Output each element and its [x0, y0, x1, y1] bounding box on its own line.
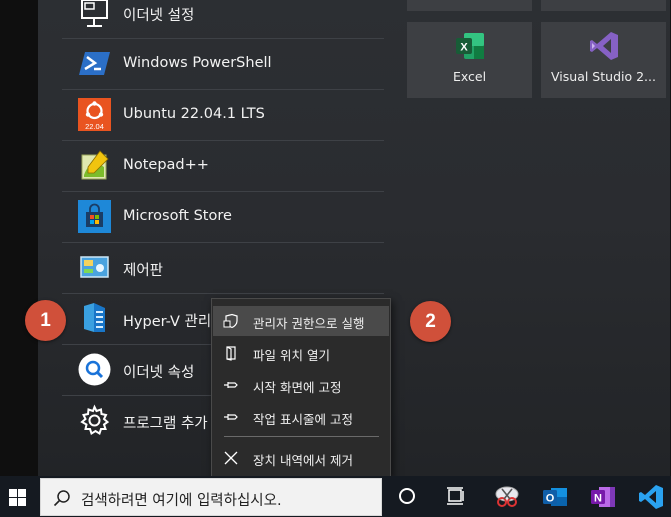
menu-item-label: 파일 위치 열기: [253, 348, 330, 363]
visual-studio-icon: [590, 32, 618, 60]
tile-top-left[interactable]: [407, 0, 532, 11]
tile-label: Excel: [452, 69, 487, 84]
menu-item-open-file-location[interactable]: 파일 위치 열기: [213, 338, 389, 368]
app-item-label: Hyper-V 관리: [123, 314, 212, 330]
app-item-windows-powershell[interactable]: Windows PowerShell: [62, 39, 384, 90]
app-item-label: 프로그램 추가: [123, 416, 208, 432]
app-item-label: Windows PowerShell: [123, 55, 272, 71]
taskbar-vscode[interactable]: [626, 476, 671, 517]
annotation-badge-1: 1: [25, 300, 66, 341]
menu-item-pin-to-start[interactable]: 시작 화면에 고정: [213, 370, 389, 400]
vscode-icon: [639, 485, 663, 509]
taskbar-snipping-tool[interactable]: [482, 476, 530, 517]
menu-item-remove-from-history[interactable]: 장치 내역에서 제거: [213, 443, 389, 473]
excel-icon-letter: X: [460, 42, 468, 54]
app-item-label: 제어판: [123, 263, 164, 279]
menu-separator: [224, 436, 379, 437]
notepad-plus-plus-icon: [81, 150, 109, 180]
cortana-circle-icon: [399, 488, 415, 504]
context-menu: 관리자 권한으로 실행 파일 위치 열기 시작 화면에 고정 작업 표시줄에 고…: [211, 298, 391, 477]
tile-visual-studio[interactable]: Visual Studio 2...: [541, 22, 666, 98]
ubuntu-version-text: 22.04: [85, 122, 104, 131]
search-icon: [53, 490, 70, 507]
app-item-microsoft-store[interactable]: Microsoft Store: [62, 192, 384, 243]
gear-icon: [80, 404, 110, 436]
app-item-ethernet-settings[interactable]: 이더넷 설정: [62, 0, 384, 39]
control-panel-icon: [80, 256, 109, 278]
tile-excel[interactable]: X Excel: [407, 22, 532, 98]
taskbar-outlook[interactable]: O: [530, 476, 578, 517]
hyper-v-icon: [84, 303, 105, 332]
snipping-tool-icon: [495, 486, 519, 507]
ubuntu-icon: 22.04: [78, 98, 111, 131]
outlook-icon: O: [543, 488, 567, 506]
shield-icon: [223, 313, 238, 329]
network-search-icon: [78, 353, 111, 386]
menu-item-run-as-admin[interactable]: 관리자 권한으로 실행: [213, 306, 389, 336]
left-rail: [0, 0, 38, 476]
start-button[interactable]: [0, 476, 38, 517]
taskbar-search-box[interactable]: 검색하려면 여기에 입력하십시오.: [40, 478, 382, 516]
windows-start-icon: [9, 489, 26, 506]
task-view-icon: [447, 487, 464, 505]
ethernet-settings-icon: [81, 0, 108, 27]
pin-icon: [224, 414, 238, 420]
menu-item-label: 장치 내역에서 제거: [253, 453, 353, 468]
taskbar: 검색하려면 여기에 입력하십시오. O N: [0, 476, 671, 517]
app-item-label: Ubuntu 22.04.1 LTS: [123, 106, 265, 122]
search-placeholder: 검색하려면 여기에 입력하십시오.: [81, 493, 282, 509]
menu-item-pin-to-taskbar[interactable]: 작업 표시줄에 고정: [213, 402, 389, 432]
app-item-label: 이더넷 설정: [123, 8, 195, 24]
annotation-badge-2: 2: [410, 301, 451, 342]
powershell-icon: [79, 52, 110, 75]
app-item-label: Notepad++: [123, 157, 209, 173]
app-item-label: Microsoft Store: [123, 208, 232, 224]
task-view-button[interactable]: [431, 476, 479, 517]
onenote-icon-letter: N: [594, 493, 602, 505]
tile-label: Visual Studio 2...: [551, 69, 656, 84]
folder-icon: [226, 346, 236, 361]
menu-item-label: 작업 표시줄에 고정: [253, 412, 353, 427]
app-item-ubuntu[interactable]: 22.04 Ubuntu 22.04.1 LTS: [62, 90, 384, 141]
cortana-button[interactable]: [383, 476, 431, 517]
outlook-icon-letter: O: [546, 493, 555, 505]
microsoft-store-icon: [78, 200, 111, 233]
taskbar-onenote[interactable]: N: [578, 476, 626, 517]
close-icon: [224, 451, 238, 465]
app-item-notepad-plus-plus[interactable]: Notepad++: [62, 141, 384, 192]
pin-icon: [224, 382, 238, 388]
excel-icon: X: [456, 33, 484, 59]
tile-top-right[interactable]: [541, 0, 666, 11]
menu-item-label: 관리자 권한으로 실행: [253, 316, 365, 331]
onenote-icon: N: [591, 487, 615, 507]
app-item-label: 이더넷 속성: [123, 365, 195, 381]
menu-item-label: 시작 화면에 고정: [253, 380, 342, 395]
app-item-control-panel[interactable]: 제어판: [62, 243, 384, 294]
